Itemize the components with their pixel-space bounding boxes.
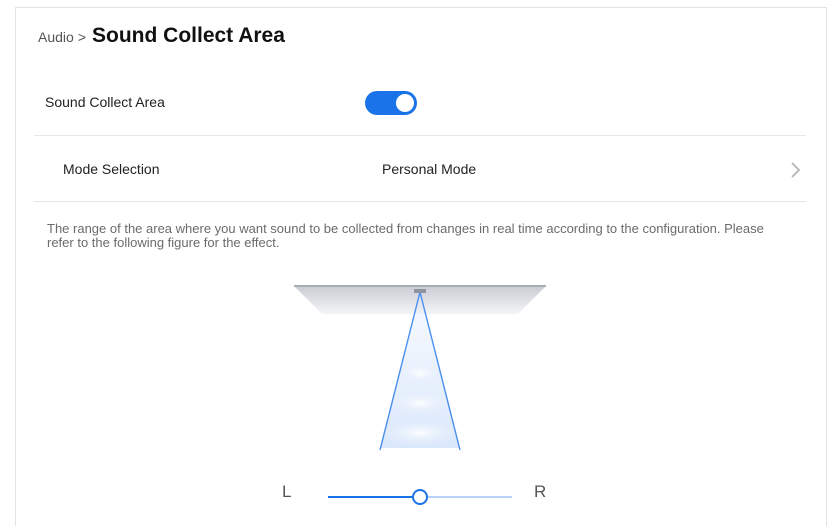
slider-left-label: L xyxy=(282,482,292,501)
mode-selection-value: Personal Mode xyxy=(382,161,477,177)
row-divider xyxy=(34,135,806,136)
sound-collect-label: Sound Collect Area xyxy=(45,94,165,110)
description-text: The range of the area where you want sou… xyxy=(47,221,764,250)
chevron-right-icon[interactable] xyxy=(789,160,803,180)
breadcrumb: Audio > Sound Collect Area xyxy=(38,24,285,48)
slider-track-fill xyxy=(328,496,420,498)
row-divider xyxy=(34,201,806,202)
page-title: Sound Collect Area xyxy=(92,24,285,47)
breadcrumb-separator: > xyxy=(77,29,86,45)
toggle-knob xyxy=(396,94,414,112)
direction-slider: L R xyxy=(260,478,560,508)
sound-collect-toggle[interactable] xyxy=(365,91,417,115)
mode-selection-row[interactable]: Mode Selection Personal Mode xyxy=(34,150,806,190)
slider-right-label: R xyxy=(534,482,547,501)
breadcrumb-parent[interactable]: Audio xyxy=(38,29,74,45)
mode-selection-label: Mode Selection xyxy=(63,161,160,177)
sound-area-figure xyxy=(280,278,550,473)
slider-thumb[interactable] xyxy=(412,489,428,505)
